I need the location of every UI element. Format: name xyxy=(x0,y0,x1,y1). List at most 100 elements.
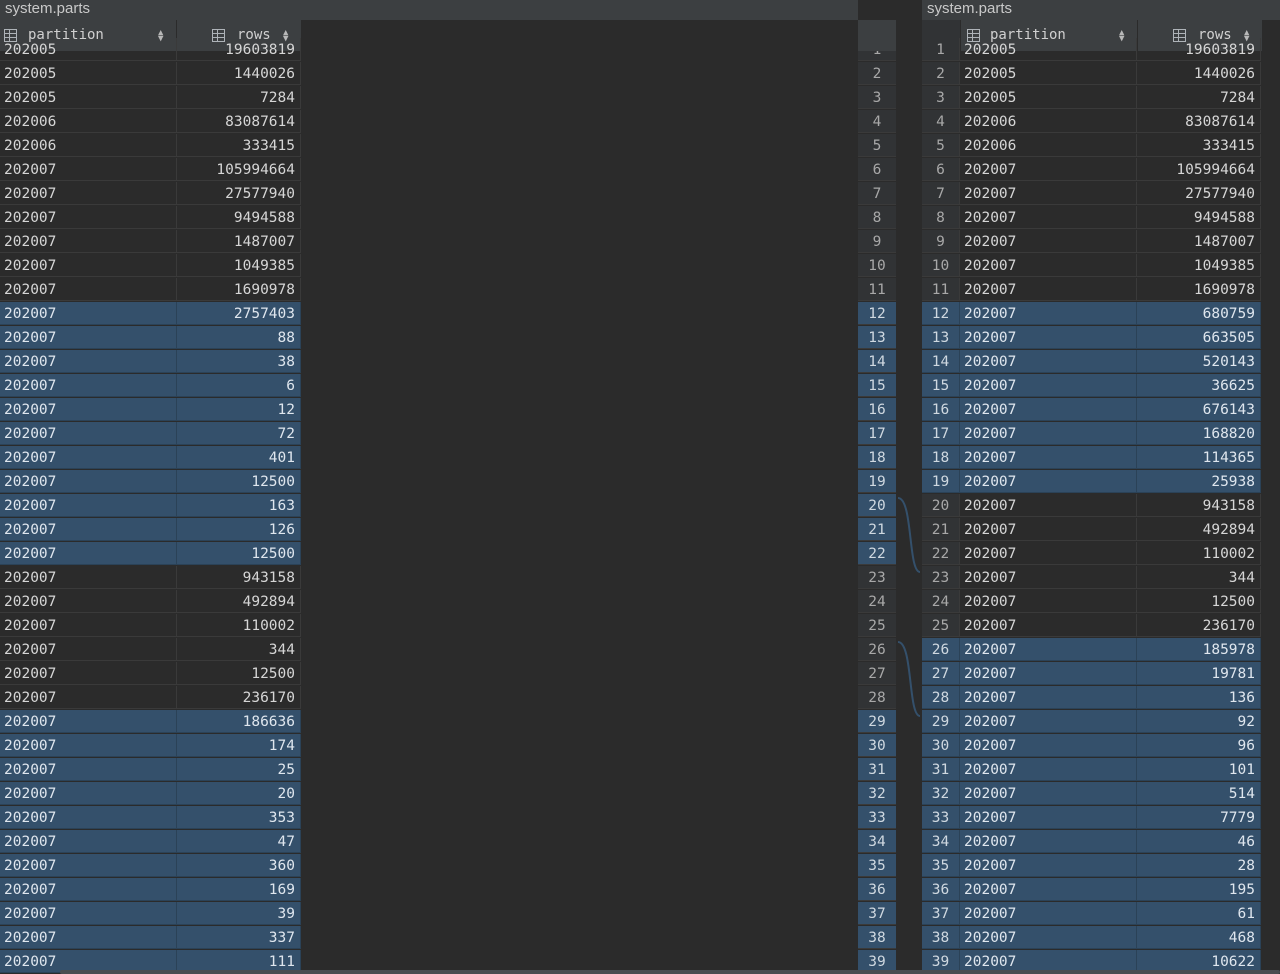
rows-cell[interactable]: 92 xyxy=(1137,710,1261,733)
table-row[interactable]: 10 202007 1049385 xyxy=(922,254,1261,278)
table-row[interactable]: 202007 39 xyxy=(0,902,301,926)
partition-cell[interactable]: 202007 xyxy=(960,206,1137,229)
table-row[interactable]: 202007 492894 xyxy=(0,590,301,614)
rows-cell[interactable]: 333415 xyxy=(1137,134,1261,157)
rows-cell[interactable]: 28 xyxy=(1137,854,1261,877)
left-result-grid[interactable]: partition ▲ ▼ rows ▲ ▼ 202005 19603819 20200… xyxy=(0,20,302,974)
rows-cell[interactable]: 136 xyxy=(1137,686,1261,709)
table-row[interactable]: 202007 20 xyxy=(0,782,301,806)
table-row[interactable]: 202007 163 xyxy=(0,494,301,518)
partition-cell[interactable]: 202007 xyxy=(0,806,177,829)
table-row[interactable]: 27 202007 19781 xyxy=(922,662,1261,686)
rows-cell[interactable]: 39 xyxy=(177,902,301,925)
partition-cell[interactable]: 202007 xyxy=(960,278,1137,301)
rows-cell[interactable]: 344 xyxy=(177,638,301,661)
table-row[interactable]: 202007 6 xyxy=(0,374,301,398)
rows-cell[interactable]: 186636 xyxy=(177,710,301,733)
table-row[interactable]: 19 202007 25938 xyxy=(922,470,1261,494)
rows-cell[interactable]: 492894 xyxy=(1137,518,1261,541)
partition-cell[interactable]: 202007 xyxy=(960,902,1137,925)
partition-cell[interactable]: 202007 xyxy=(960,494,1137,517)
rows-cell[interactable]: 83087614 xyxy=(1137,110,1261,133)
partition-cell[interactable]: 202007 xyxy=(960,254,1137,277)
rows-cell[interactable]: 195 xyxy=(1137,878,1261,901)
table-row[interactable]: 29 202007 92 xyxy=(922,710,1261,734)
partition-cell[interactable]: 202007 xyxy=(0,758,177,781)
rows-cell[interactable]: 353 xyxy=(177,806,301,829)
table-row[interactable]: 202007 47 xyxy=(0,830,301,854)
partition-cell[interactable]: 202007 xyxy=(0,830,177,853)
rows-cell[interactable]: 943158 xyxy=(177,566,301,589)
partition-cell[interactable]: 202006 xyxy=(960,134,1137,157)
table-row[interactable]: 202007 943158 xyxy=(0,566,301,590)
table-row[interactable]: 202007 169 xyxy=(0,878,301,902)
partition-cell[interactable]: 202007 xyxy=(0,206,177,229)
rows-cell[interactable]: 1440026 xyxy=(1137,62,1261,85)
partition-cell[interactable]: 202007 xyxy=(960,470,1137,493)
table-row[interactable]: 202007 12 xyxy=(0,398,301,422)
rows-cell[interactable]: 1690978 xyxy=(1137,278,1261,301)
rows-cell[interactable]: 27577940 xyxy=(1137,182,1261,205)
partition-cell[interactable]: 202007 xyxy=(0,254,177,277)
rows-cell[interactable]: 110002 xyxy=(1137,542,1261,565)
rows-cell[interactable]: 676143 xyxy=(1137,398,1261,421)
table-row[interactable]: 202007 2757403 xyxy=(0,302,301,326)
partition-cell[interactable]: 202007 xyxy=(0,734,177,757)
rows-cell[interactable]: 110002 xyxy=(177,614,301,637)
partition-cell[interactable]: 202007 xyxy=(960,518,1137,541)
partition-cell[interactable]: 202005 xyxy=(960,38,1137,61)
rows-cell[interactable]: 12500 xyxy=(177,470,301,493)
table-row[interactable]: 202007 186636 xyxy=(0,710,301,734)
rows-cell[interactable]: 185978 xyxy=(1137,638,1261,661)
table-row[interactable]: 4 202006 83087614 xyxy=(922,110,1261,134)
table-row[interactable]: 28 202007 136 xyxy=(922,686,1261,710)
rows-cell[interactable]: 36625 xyxy=(1137,374,1261,397)
partition-cell[interactable]: 202007 xyxy=(0,518,177,541)
partition-cell[interactable]: 202007 xyxy=(960,878,1137,901)
rows-cell[interactable]: 25 xyxy=(177,758,301,781)
rows-cell[interactable]: 169 xyxy=(177,878,301,901)
rows-cell[interactable]: 96 xyxy=(1137,734,1261,757)
partition-cell[interactable]: 202007 xyxy=(960,158,1137,181)
rows-cell[interactable]: 7284 xyxy=(1137,86,1261,109)
rows-cell[interactable]: 1440026 xyxy=(177,62,301,85)
partition-cell[interactable]: 202007 xyxy=(0,350,177,373)
partition-cell[interactable]: 202007 xyxy=(960,638,1137,661)
rows-cell[interactable]: 27577940 xyxy=(177,182,301,205)
partition-cell[interactable]: 202006 xyxy=(960,110,1137,133)
table-row[interactable]: 32 202007 514 xyxy=(922,782,1261,806)
table-row[interactable]: 13 202007 663505 xyxy=(922,326,1261,350)
table-row[interactable]: 33 202007 7779 xyxy=(922,806,1261,830)
table-row[interactable]: 202007 344 xyxy=(0,638,301,662)
table-row[interactable]: 20 202007 943158 xyxy=(922,494,1261,518)
rows-cell[interactable]: 105994664 xyxy=(177,158,301,181)
table-row[interactable]: 202007 105994664 xyxy=(0,158,301,182)
partition-cell[interactable]: 202007 xyxy=(0,326,177,349)
table-row[interactable]: 202007 12500 xyxy=(0,542,301,566)
table-row[interactable]: 202005 1440026 xyxy=(0,62,301,86)
table-row[interactable]: 202007 72 xyxy=(0,422,301,446)
partition-cell[interactable]: 202007 xyxy=(960,302,1137,325)
partition-cell[interactable]: 202007 xyxy=(0,878,177,901)
table-row[interactable]: 2 202005 1440026 xyxy=(922,62,1261,86)
rows-cell[interactable]: 105994664 xyxy=(1137,158,1261,181)
rows-cell[interactable]: 333415 xyxy=(177,134,301,157)
table-row[interactable]: 202007 1049385 xyxy=(0,254,301,278)
partition-cell[interactable]: 202007 xyxy=(0,278,177,301)
table-row[interactable]: 202006 83087614 xyxy=(0,110,301,134)
table-row[interactable]: 31 202007 101 xyxy=(922,758,1261,782)
partition-cell[interactable]: 202007 xyxy=(960,230,1137,253)
partition-cell[interactable]: 202007 xyxy=(0,614,177,637)
partition-cell[interactable]: 202007 xyxy=(0,398,177,421)
rows-cell[interactable]: 168820 xyxy=(1137,422,1261,445)
rows-cell[interactable]: 1049385 xyxy=(1137,254,1261,277)
rows-cell[interactable]: 6 xyxy=(177,374,301,397)
partition-cell[interactable]: 202007 xyxy=(960,926,1137,949)
rows-cell[interactable]: 337 xyxy=(177,926,301,949)
table-row[interactable]: 26 202007 185978 xyxy=(922,638,1261,662)
partition-cell[interactable]: 202007 xyxy=(0,302,177,325)
table-row[interactable]: 202007 337 xyxy=(0,926,301,950)
table-row[interactable]: 202007 1690978 xyxy=(0,278,301,302)
partition-cell[interactable]: 202007 xyxy=(0,494,177,517)
rows-cell[interactable]: 126 xyxy=(177,518,301,541)
